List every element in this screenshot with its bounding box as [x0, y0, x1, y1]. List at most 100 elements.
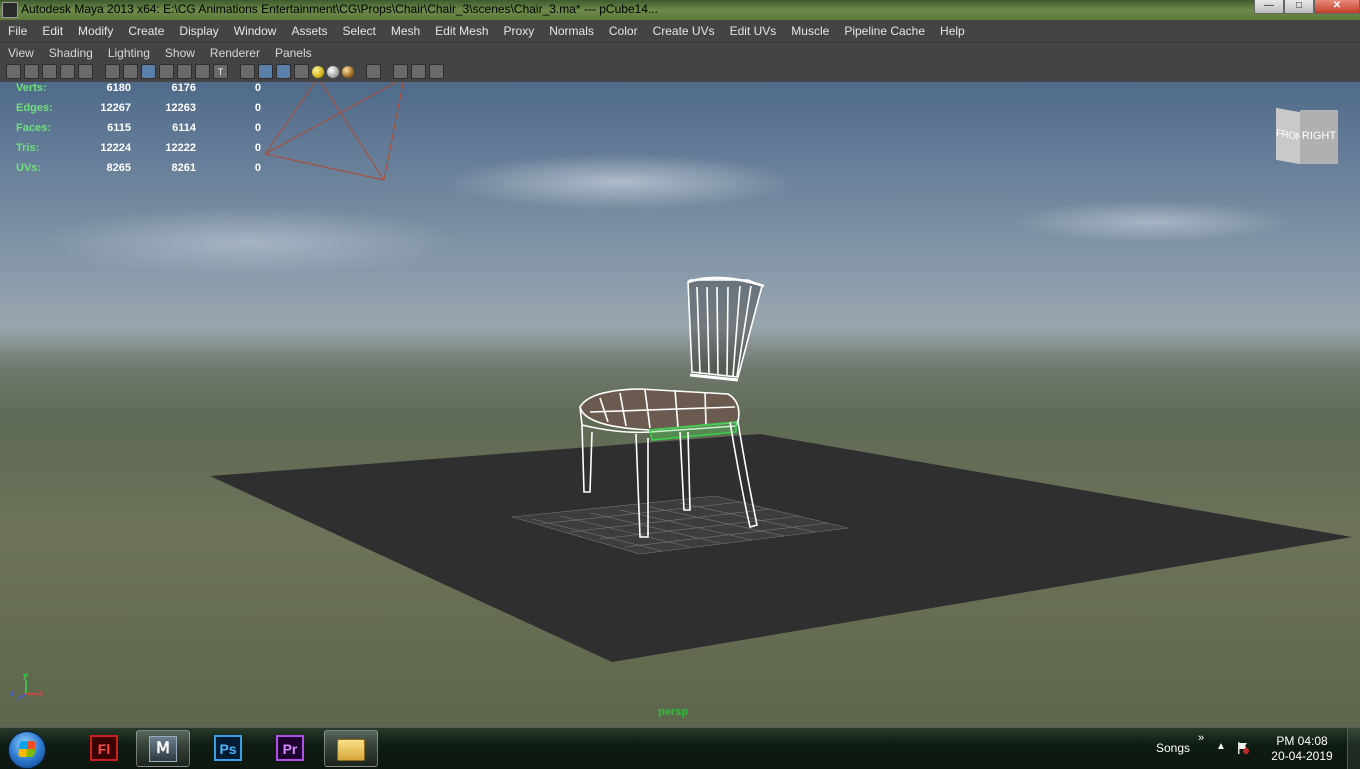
- axis-y-label: y: [23, 670, 29, 680]
- xray-icon[interactable]: [393, 64, 408, 79]
- menu-create-uvs[interactable]: Create UVs: [645, 24, 722, 38]
- minimize-button[interactable]: —: [1254, 0, 1284, 14]
- isolate-select-icon[interactable]: [366, 64, 381, 79]
- menu-display[interactable]: Display: [171, 24, 225, 38]
- use-all-lights-icon[interactable]: [312, 65, 324, 78]
- menu-select[interactable]: Select: [334, 24, 382, 38]
- axis-x-label: x: [38, 688, 44, 698]
- axis-z-label: z: [10, 688, 15, 698]
- camera-select-icon[interactable]: [24, 64, 39, 79]
- taskbar-app-photoshop[interactable]: Ps: [202, 730, 256, 767]
- folder-icon: [337, 739, 365, 761]
- menu-window[interactable]: Window: [226, 24, 284, 38]
- panel-menu-renderer[interactable]: Renderer: [202, 46, 267, 60]
- textured-icon[interactable]: [294, 64, 309, 79]
- photoshop-icon: Ps: [214, 735, 242, 761]
- hud-value: 12224: [100, 142, 131, 154]
- clock-time: PM 04:08: [1276, 734, 1328, 748]
- image-plane-icon[interactable]: [60, 64, 75, 79]
- panel-menu-show[interactable]: Show: [157, 46, 202, 60]
- hud-label: Edges:: [16, 102, 53, 114]
- panel-menu-panels[interactable]: Panels: [267, 46, 319, 60]
- smooth-shade-icon[interactable]: [258, 64, 273, 79]
- show-hidden-icons-icon[interactable]: ▲: [1216, 741, 1226, 752]
- hud-value: 12263: [165, 102, 196, 114]
- panel-menu-lighting[interactable]: Lighting: [100, 46, 157, 60]
- film-gate-icon[interactable]: [123, 64, 138, 79]
- toolbar-separator: [357, 64, 363, 79]
- field-chart-icon[interactable]: [195, 64, 210, 79]
- hud-value: 6115: [107, 122, 131, 134]
- menu-normals[interactable]: Normals: [541, 24, 601, 38]
- hud-value: 12267: [100, 102, 131, 114]
- taskbar-app-explorer[interactable]: [324, 730, 378, 767]
- menu-color[interactable]: Color: [601, 24, 645, 38]
- hud-label: Verts:: [16, 82, 47, 94]
- menu-edit-uvs[interactable]: Edit UVs: [722, 24, 784, 38]
- flash-icon: Fl: [90, 735, 118, 761]
- wireframe-icon[interactable]: [240, 64, 255, 79]
- menu-edit-mesh[interactable]: Edit Mesh: [427, 24, 495, 38]
- frustum-line: [264, 82, 316, 155]
- menu-edit[interactable]: Edit: [34, 24, 70, 38]
- hud-value: 8261: [171, 162, 196, 174]
- hud-icon[interactable]: T: [213, 64, 228, 79]
- 2d-pan-icon[interactable]: [78, 64, 93, 79]
- hud-value: 8265: [106, 162, 131, 174]
- start-button[interactable]: [8, 731, 46, 769]
- menu-mesh[interactable]: Mesh: [383, 24, 427, 38]
- frustum-line: [264, 82, 398, 155]
- grid-icon[interactable]: [105, 64, 120, 79]
- chevron-icon[interactable]: »: [1198, 732, 1204, 744]
- hud-label: Faces:: [16, 122, 51, 134]
- scene-svg: [17, 82, 1352, 700]
- taskbar-app-flash[interactable]: Fl: [78, 730, 132, 767]
- camera-attr-icon[interactable]: [6, 64, 21, 79]
- menu-file[interactable]: File: [0, 24, 34, 38]
- panel-toolbar: T: [0, 61, 1360, 82]
- gate-mask-icon[interactable]: [159, 64, 174, 79]
- ambient-occlusion-icon[interactable]: [342, 65, 354, 78]
- xray-joints-icon[interactable]: [411, 64, 426, 79]
- bookmark-icon[interactable]: [42, 64, 57, 79]
- menu-help[interactable]: Help: [932, 24, 972, 38]
- view-cube[interactable]: FRONT RIGHT: [1276, 107, 1338, 165]
- system-tray: Songs » ▲ PM 04:08 20-04-2019: [1130, 728, 1350, 769]
- panel-menu-shading[interactable]: Shading: [41, 46, 100, 60]
- wireframe-on-shaded-icon[interactable]: [276, 64, 291, 79]
- view-cube-right-face[interactable]: RIGHT: [1300, 110, 1338, 164]
- close-button[interactable]: ✕: [1314, 0, 1360, 14]
- xray-components-icon[interactable]: [429, 64, 444, 79]
- safe-title-icon[interactable]: [177, 64, 192, 79]
- maya-app-icon[interactable]: [2, 2, 18, 18]
- axis-indicator: [17, 680, 38, 700]
- show-desktop-button[interactable]: [1347, 728, 1360, 769]
- maya-icon: Ⅿ: [149, 736, 177, 762]
- maximize-button[interactable]: □: [1284, 0, 1314, 14]
- toolbar-songs[interactable]: Songs: [1156, 741, 1190, 755]
- frustum-line: [319, 82, 385, 181]
- action-center-flag-icon[interactable]: [1236, 741, 1250, 755]
- panel-menu-view[interactable]: View: [0, 46, 41, 60]
- clock[interactable]: PM 04:08 20-04-2019: [1270, 734, 1334, 764]
- window-title-bar[interactable]: Autodesk Maya 2013 x64: E:\CG Animations…: [0, 0, 1360, 20]
- hud-value: 12222: [165, 142, 196, 154]
- taskbar-app-maya[interactable]: Ⅿ: [136, 730, 190, 767]
- hud-value: 6114: [172, 122, 196, 134]
- main-menu-bar: File Edit Modify Create Display Window A…: [0, 21, 1360, 41]
- taskbar-app-premiere[interactable]: Pr: [264, 730, 318, 767]
- windows-logo-icon: [18, 741, 36, 757]
- perspective-viewport[interactable]: Verts: 6180 6176 0 Edges: 12267 12263 0 …: [0, 82, 1360, 727]
- menu-create[interactable]: Create: [120, 24, 171, 38]
- menu-pipeline-cache[interactable]: Pipeline Cache: [836, 24, 932, 38]
- menu-assets[interactable]: Assets: [283, 24, 334, 38]
- view-cube-front-face[interactable]: FRONT: [1276, 107, 1308, 165]
- menu-proxy[interactable]: Proxy: [496, 24, 542, 38]
- menu-muscle[interactable]: Muscle: [783, 24, 836, 38]
- menu-modify[interactable]: Modify: [70, 24, 120, 38]
- window-title: Autodesk Maya 2013 x64: E:\CG Animations…: [21, 2, 658, 16]
- resolution-gate-icon[interactable]: [141, 64, 156, 79]
- shadows-icon[interactable]: [327, 65, 339, 78]
- hud-label: UVs:: [16, 162, 42, 174]
- frustum-line: [383, 82, 404, 181]
